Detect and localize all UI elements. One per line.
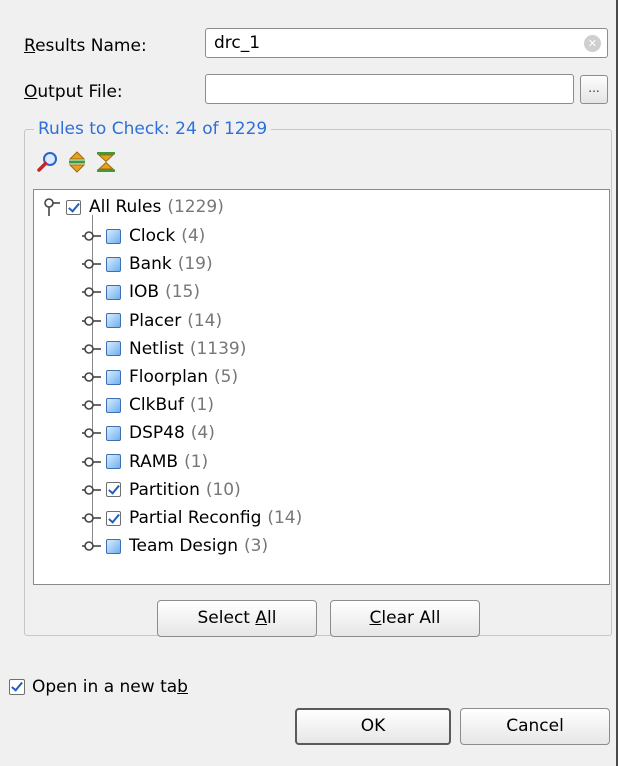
expand-handle-icon[interactable] bbox=[80, 308, 106, 334]
tree-count: (4) bbox=[190, 423, 215, 444]
expand-handle-icon[interactable] bbox=[80, 336, 106, 362]
results-name-label: Results Name: bbox=[24, 36, 147, 56]
select-all-label: Select bbox=[197, 608, 256, 628]
tree-label: DSP48 bbox=[129, 423, 185, 444]
expand-handle-icon[interactable] bbox=[80, 420, 106, 446]
expand-handle-icon[interactable] bbox=[80, 223, 106, 249]
results-name-value: drc_1 bbox=[214, 33, 261, 53]
tree-row[interactable]: Floorplan (5) bbox=[80, 364, 238, 390]
tree-checkbox[interactable] bbox=[106, 284, 121, 300]
clear-icon[interactable]: ✕ bbox=[584, 35, 601, 52]
tree-count: (15) bbox=[165, 282, 200, 303]
checkbox-all-rules[interactable] bbox=[66, 199, 81, 215]
tree-checkbox[interactable] bbox=[106, 538, 121, 554]
tree-checkbox[interactable] bbox=[106, 369, 121, 385]
cancel-button[interactable]: Cancel bbox=[460, 708, 610, 745]
tree-count: (1) bbox=[189, 395, 214, 416]
tree-count: (14) bbox=[187, 310, 223, 331]
tree-checkbox[interactable] bbox=[106, 341, 121, 357]
tree-count: (4) bbox=[181, 226, 206, 246]
tree-count: (1139) bbox=[189, 338, 247, 359]
ok-button-label: OK bbox=[360, 716, 386, 736]
tree-label: Clock bbox=[129, 226, 176, 246]
browse-button[interactable]: ... bbox=[580, 75, 608, 104]
tree-row-all-rules[interactable]: All Rules (1229) bbox=[40, 194, 224, 220]
tree-count: (19) bbox=[177, 254, 213, 275]
tree-row[interactable]: ClkBuf (1) bbox=[80, 392, 214, 418]
results-name-input[interactable]: drc_1 ✕ bbox=[205, 28, 608, 58]
tree-count: (3) bbox=[244, 536, 269, 557]
clear-all-mnemonic: C bbox=[369, 608, 382, 628]
rules-group-title: Rules to Check: 24 of 1229 bbox=[34, 119, 272, 139]
tree-label: IOB bbox=[129, 282, 160, 303]
tree-label: RAMB bbox=[129, 451, 179, 472]
expand-handle-icon[interactable] bbox=[80, 449, 106, 475]
select-all-label-rest: ll bbox=[267, 608, 277, 628]
tree-label: Floorplan bbox=[129, 367, 208, 387]
tree-checkbox[interactable] bbox=[106, 510, 121, 526]
tree-row[interactable]: Clock (4) bbox=[80, 223, 205, 249]
expand-handle-icon[interactable] bbox=[80, 477, 106, 503]
expand-handle-icon[interactable] bbox=[80, 251, 106, 277]
tree-row[interactable]: RAMB (1) bbox=[80, 449, 208, 475]
tree-checkbox[interactable] bbox=[106, 313, 121, 329]
tree-count: (14) bbox=[267, 508, 303, 528]
select-all-button[interactable]: Select All bbox=[157, 600, 317, 637]
tree-label: Bank bbox=[129, 254, 172, 275]
tree-label: Partition bbox=[129, 479, 200, 500]
tree-label: Partial Reconfig bbox=[129, 508, 262, 528]
expand-handle-icon[interactable] bbox=[80, 364, 106, 390]
tree-row[interactable]: Placer (14) bbox=[80, 308, 222, 334]
tree-count: (10) bbox=[205, 479, 241, 500]
open-new-tab-checkbox[interactable] bbox=[9, 679, 25, 695]
expand-handle-icon[interactable] bbox=[80, 392, 106, 418]
tree-label: All Rules bbox=[89, 197, 162, 217]
tree-checkbox[interactable] bbox=[106, 425, 121, 441]
tree-checkbox[interactable] bbox=[106, 256, 121, 272]
clear-all-label: lear All bbox=[381, 608, 441, 628]
tree-row[interactable]: Bank (19) bbox=[80, 251, 213, 277]
output-file-input[interactable] bbox=[205, 74, 574, 104]
tree-row[interactable]: Netlist (1139) bbox=[80, 336, 246, 362]
browse-button-label: ... bbox=[588, 81, 600, 95]
expand-all-icon[interactable] bbox=[65, 150, 89, 174]
output-file-label: Output File: bbox=[24, 82, 123, 102]
expand-handle-icon[interactable] bbox=[80, 505, 106, 531]
ok-button[interactable]: OK bbox=[295, 708, 451, 745]
cancel-button-label: Cancel bbox=[506, 716, 564, 736]
tree-row[interactable]: IOB (15) bbox=[80, 279, 200, 305]
tree-row[interactable]: Team Design (3) bbox=[80, 533, 268, 559]
tree-row[interactable]: Partial Reconfig (14) bbox=[80, 505, 302, 531]
rules-tree[interactable]: All Rules (1229) Clock (4) Bank (19) IOB (15)… bbox=[33, 189, 610, 585]
collapse-handle-icon[interactable] bbox=[40, 194, 66, 220]
collapse-all-icon[interactable] bbox=[94, 150, 118, 174]
clear-all-button[interactable]: Clear All bbox=[330, 600, 480, 637]
tree-count: (5) bbox=[214, 367, 239, 387]
tree-row[interactable]: DSP48 (4) bbox=[80, 420, 215, 446]
tree-label: Team Design bbox=[129, 536, 239, 557]
search-icon[interactable] bbox=[36, 150, 60, 174]
tree-checkbox[interactable] bbox=[106, 482, 121, 498]
tree-label: Placer bbox=[129, 310, 182, 331]
tree-row[interactable]: Partition (10) bbox=[80, 477, 241, 503]
expand-handle-icon[interactable] bbox=[80, 279, 106, 305]
tree-count: (1229) bbox=[167, 197, 224, 217]
select-all-mnemonic: A bbox=[255, 608, 268, 628]
tree-label: ClkBuf bbox=[129, 395, 184, 416]
tree-checkbox[interactable] bbox=[106, 454, 121, 470]
tree-checkbox[interactable] bbox=[106, 228, 121, 244]
tree-checkbox[interactable] bbox=[106, 397, 121, 413]
tree-count: (1) bbox=[184, 451, 209, 472]
expand-handle-icon[interactable] bbox=[80, 533, 106, 559]
open-new-tab-label[interactable]: Open in a new tab bbox=[32, 677, 188, 697]
tree-label: Netlist bbox=[129, 338, 184, 359]
